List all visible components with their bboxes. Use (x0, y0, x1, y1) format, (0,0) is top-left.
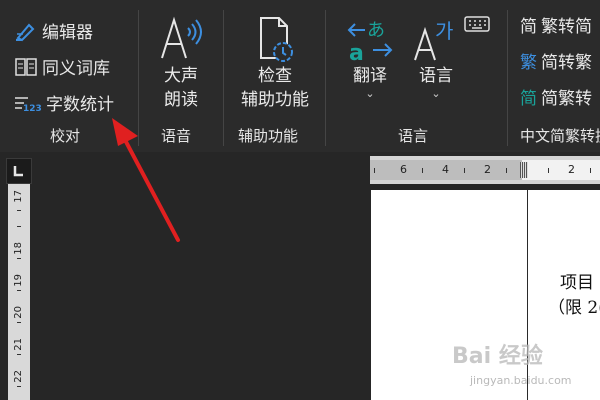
annotation-arrow (112, 118, 180, 242)
